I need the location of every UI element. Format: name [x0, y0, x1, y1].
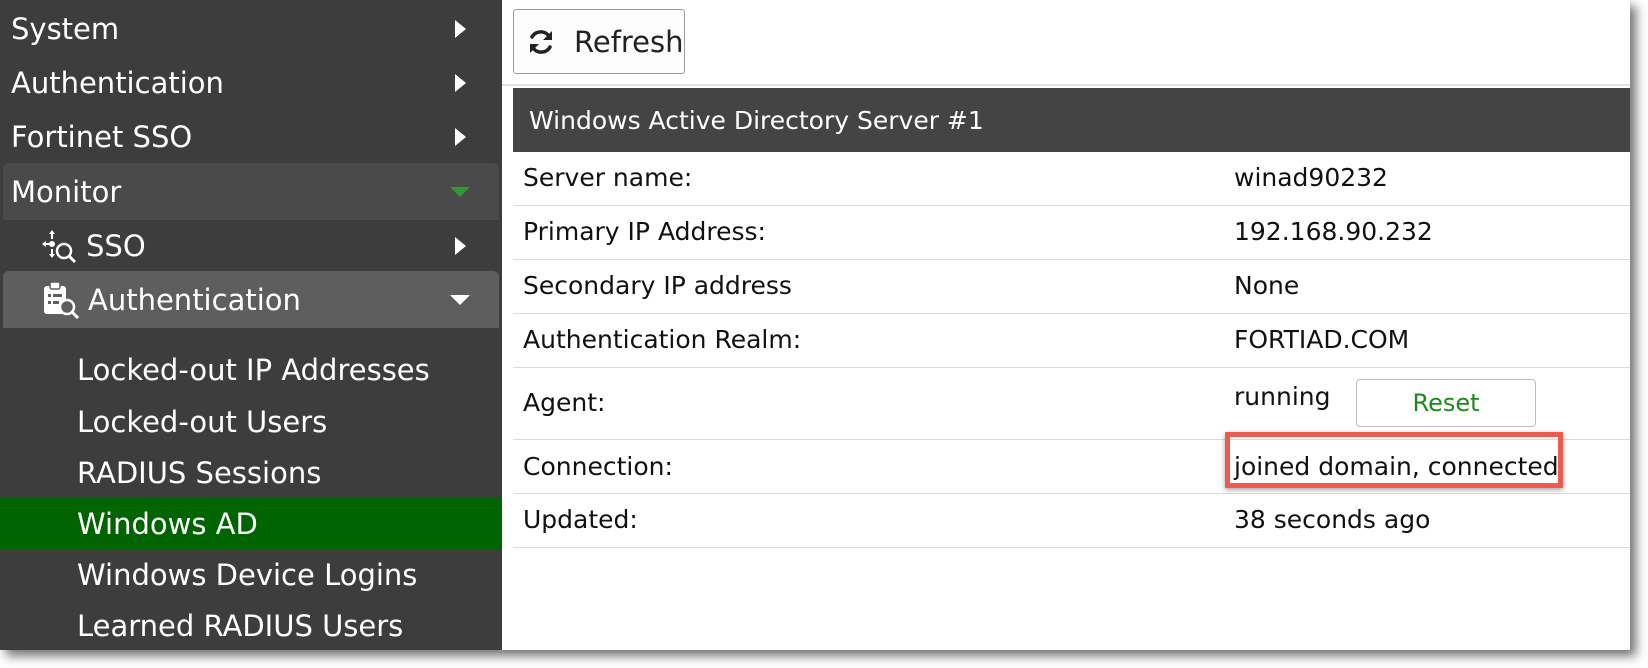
sidebar-item-label: SSO: [86, 228, 146, 263]
property-row-server-name: Server name: winad90232: [513, 152, 1630, 206]
sidebar-item-label: Fortinet SSO: [11, 119, 193, 154]
property-value: running: [1234, 382, 1331, 411]
property-row-auth-realm: Authentication Realm: FORTIAD.COM: [513, 314, 1630, 368]
reset-button[interactable]: Reset: [1356, 379, 1536, 427]
sidebar-item-locked-out-ip[interactable]: Locked-out IP Addresses: [0, 345, 502, 395]
property-value: joined domain, connected: [1234, 452, 1559, 481]
sso-monitor-icon: [42, 229, 77, 263]
chevron-down-icon: [450, 186, 470, 197]
sidebar-item-radius-sessions[interactable]: RADIUS Sessions: [0, 447, 502, 498]
property-value: FORTIAD.COM: [1234, 325, 1410, 354]
sidebar-item-label: Locked-out IP Addresses: [77, 353, 430, 387]
toolbar: Refresh: [502, 0, 1630, 86]
property-label: Agent:: [523, 388, 606, 417]
sidebar: System Authentication Fortinet SSO Monit…: [0, 0, 502, 650]
chevron-right-icon: [455, 19, 466, 38]
property-value: None: [1234, 271, 1300, 300]
sidebar-item-monitor[interactable]: Monitor: [0, 163, 502, 220]
sidebar-item-label: Learned RADIUS Users: [77, 608, 404, 643]
reset-button-label: Reset: [1412, 389, 1480, 417]
property-row-primary-ip: Primary IP Address: 192.168.90.232: [513, 206, 1630, 260]
sidebar-item-label: Monitor: [11, 174, 122, 209]
sidebar-item-label: Authentication: [11, 65, 224, 100]
sidebar-item-label: Windows Device Logins: [77, 557, 418, 592]
property-value: 192.168.90.232: [1234, 217, 1433, 246]
property-label: Authentication Realm:: [523, 325, 802, 354]
sidebar-item-windows-device-logins[interactable]: Windows Device Logins: [0, 549, 502, 600]
property-row-updated: Updated: 38 seconds ago: [513, 494, 1630, 548]
property-label: Primary IP Address:: [523, 217, 766, 246]
chevron-down-icon: [450, 294, 470, 305]
main-content: Refresh Windows Active Directory Server …: [502, 0, 1630, 650]
property-label: Server name:: [523, 163, 693, 192]
sidebar-item-fortinet-sso[interactable]: Fortinet SSO: [0, 108, 502, 165]
property-label: Updated:: [523, 505, 638, 534]
refresh-button[interactable]: Refresh: [513, 9, 685, 74]
sidebar-item-label: Locked-out Users: [77, 404, 328, 439]
sidebar-item-windows-ad[interactable]: Windows AD: [0, 498, 502, 549]
sidebar-item-authentication[interactable]: Authentication: [0, 54, 502, 111]
property-row-secondary-ip: Secondary IP address None: [513, 260, 1630, 314]
app-frame: System Authentication Fortinet SSO Monit…: [0, 0, 1630, 650]
sidebar-item-label: RADIUS Sessions: [77, 455, 322, 490]
panel-title-text: Windows Active Directory Server #1: [529, 105, 984, 135]
sidebar-item-label: Authentication: [88, 282, 301, 317]
property-value: winad90232: [1234, 163, 1388, 192]
property-label: Connection:: [523, 452, 673, 481]
sidebar-item-label: System: [11, 11, 120, 46]
property-label: Secondary IP address: [523, 271, 792, 300]
property-row-connection: Connection: joined domain, connected: [513, 432, 1630, 494]
refresh-button-label: Refresh: [574, 24, 684, 59]
sidebar-item-sso[interactable]: SSO: [0, 217, 502, 274]
sidebar-item-label: Windows AD: [77, 506, 258, 541]
sidebar-item-learned-radius-users[interactable]: Learned RADIUS Users: [0, 600, 502, 650]
chevron-right-icon: [455, 236, 466, 255]
sidebar-item-locked-out-users[interactable]: Locked-out Users: [0, 396, 502, 447]
chevron-right-icon: [455, 73, 466, 92]
sidebar-item-system[interactable]: System: [0, 0, 502, 57]
panel-title: Windows Active Directory Server #1: [513, 88, 1630, 152]
refresh-icon: [530, 29, 552, 54]
property-row-agent: Agent: running Reset: [513, 368, 1630, 440]
chevron-right-icon: [455, 127, 466, 146]
sidebar-item-monitor-authentication[interactable]: Authentication: [0, 271, 502, 328]
property-value: 38 seconds ago: [1234, 505, 1431, 534]
clipboard-search-icon: [44, 280, 80, 319]
